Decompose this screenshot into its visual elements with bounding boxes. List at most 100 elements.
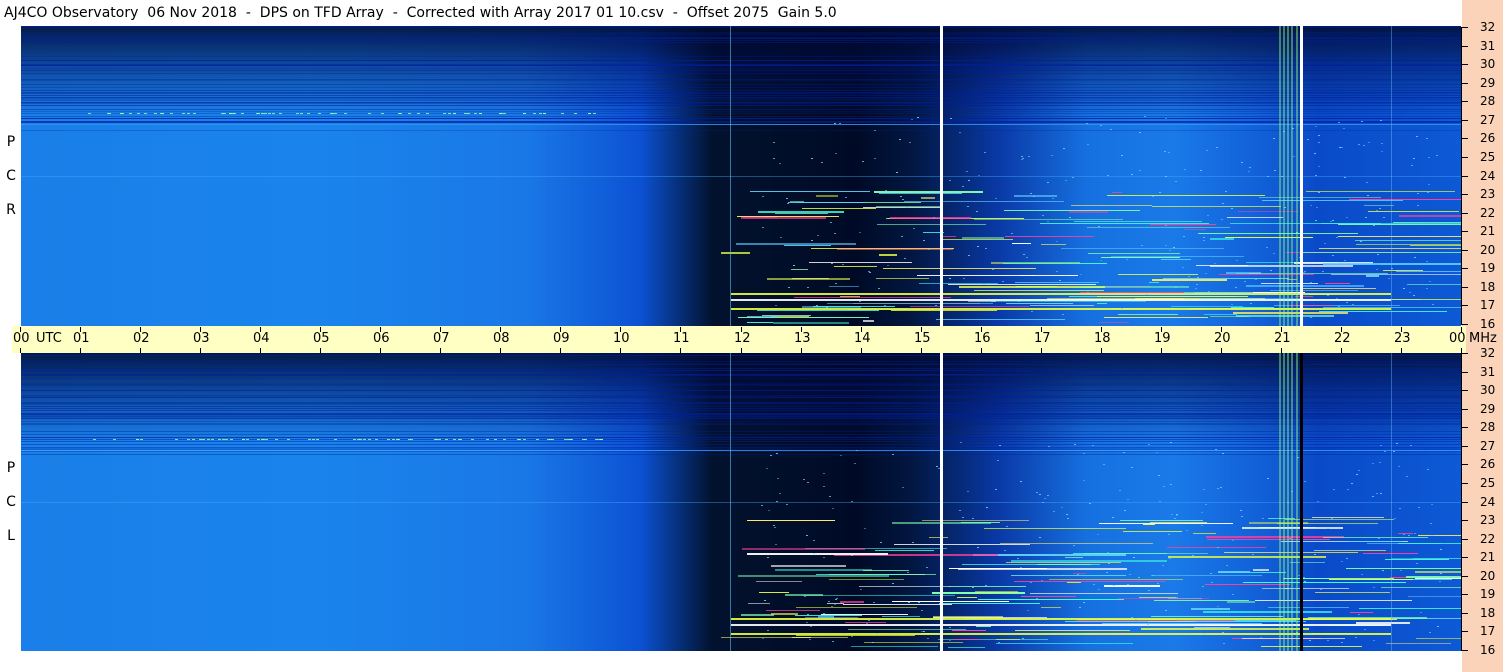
- spectrogram-mark: [1021, 596, 1076, 597]
- spectrogram-mark: [256, 113, 259, 114]
- time-tick-mark: [1041, 348, 1042, 353]
- spectrogram-features: [21, 353, 1461, 651]
- spectrogram-mark: [1194, 627, 1230, 628]
- spectrogram-mark: [21, 109, 1461, 110]
- spectrogram-mark: [862, 161, 864, 162]
- spectrogram-mark: [792, 637, 811, 638]
- spectrogram-mark: [312, 439, 315, 440]
- spectrogram-mark: [1042, 502, 1044, 503]
- spectrogram-mark: [1021, 159, 1023, 160]
- spectrogram-mark: [1148, 444, 1150, 445]
- spectrogram-mark: [840, 296, 860, 297]
- spectrogram-mark: [1161, 259, 1191, 260]
- spectrogram-mark: [1152, 196, 1154, 197]
- spectrogram-mark: [1100, 260, 1102, 261]
- spectrogram-mark: [570, 439, 573, 440]
- spectrogram-mark: [1310, 282, 1312, 283]
- spectrogram-mark: [1065, 180, 1067, 181]
- spectrogram-mark: [779, 493, 781, 494]
- spectrogram-mark: [1338, 306, 1340, 307]
- time-tick-mark: [320, 348, 321, 353]
- spectrogram-mark: [1403, 288, 1405, 289]
- spectrogram-mark: [829, 496, 831, 497]
- spectrogram-mark: [845, 197, 847, 198]
- spectrogram-mark: [1417, 193, 1419, 194]
- freq-tick-mark: [1461, 576, 1468, 577]
- spectrogram-mark: [1104, 317, 1208, 318]
- spectrogram-mark: [21, 364, 1461, 365]
- spectrogram-mark: [940, 26, 943, 326]
- time-tick-mark: [380, 348, 381, 353]
- spectrogram-mark: [776, 453, 778, 454]
- freq-tick-label: 21: [1480, 550, 1496, 564]
- spectrogram-mark: [940, 353, 943, 651]
- spectrogram-mark: [1360, 241, 1362, 242]
- spectrogram-mark: [1242, 638, 1345, 639]
- spectrogram-mark: [967, 491, 969, 492]
- spectrogram-mark: [1036, 210, 1038, 211]
- spectrogram-mark: [21, 79, 1461, 80]
- spectrogram-mark: [1203, 633, 1205, 634]
- freq-tick-mark: [1461, 83, 1468, 84]
- spectrogram-mark: [1170, 442, 1172, 443]
- spectrogram-mark: [1414, 533, 1416, 534]
- spectrogram-mark: [1437, 626, 1439, 627]
- spectrogram-mark: [1273, 138, 1275, 139]
- spectrogram-mark: [863, 207, 942, 208]
- spectrogram-mark: [834, 604, 836, 605]
- spectrogram-mark: [913, 228, 915, 229]
- spectrogram-mark: [1220, 487, 1222, 488]
- freq-tick-label: 30: [1480, 383, 1496, 397]
- spectrogram-mark: [1314, 153, 1316, 154]
- spectrogram-mark: [21, 431, 1461, 432]
- spectrogram-mark: [1379, 462, 1381, 463]
- spectrogram-mark: [1400, 570, 1402, 571]
- spectrogram-mark: [900, 196, 902, 197]
- spectrogram-mark: [1008, 599, 1010, 600]
- spectrogram-mark: [1304, 481, 1306, 482]
- spectrogram-mark: [875, 550, 934, 551]
- spectrogram-mark: [1283, 26, 1285, 326]
- spectrogram-mark: [392, 439, 395, 440]
- spectrogram-mark: [901, 236, 903, 237]
- spectrogram-mark: [344, 113, 347, 114]
- time-tick-label: 10: [613, 331, 630, 346]
- spectrogram-mark: [1241, 162, 1243, 163]
- spectrogram-mark: [21, 408, 1461, 409]
- time-tick-mark: [861, 348, 862, 353]
- spectrogram-mark: [1386, 643, 1451, 644]
- spectrogram-mark: [1327, 640, 1329, 641]
- spectrogram-mark: [1339, 147, 1341, 148]
- spectrogram-mark: [1097, 296, 1248, 297]
- spectrogram-mark: [1364, 629, 1366, 630]
- spectrogram-mark: [851, 636, 853, 637]
- spectrogram-mark: [1108, 563, 1110, 564]
- spectrogram-mark: [823, 473, 825, 474]
- spectrogram-mark: [840, 601, 864, 603]
- spectrogram-mark: [1033, 196, 1035, 197]
- spectrogram-mark: [1138, 577, 1140, 578]
- spectrogram-mark: [787, 203, 789, 204]
- spectrogram-mark: [767, 315, 769, 316]
- spectrogram-mark: [1144, 116, 1146, 117]
- spectrogram-mark: [766, 468, 768, 469]
- spectrogram-mark: [1176, 597, 1178, 598]
- spectrogram-mark: [1417, 205, 1419, 206]
- spectrogram-mark: [962, 237, 1004, 239]
- spectrogram-mark: [1152, 575, 1154, 576]
- spectrogram-mark: [1168, 534, 1170, 535]
- spectrogram-mark: [1290, 562, 1325, 563]
- spectrogram-mark: [1101, 257, 1180, 258]
- spectrogram-mark: [828, 601, 830, 602]
- spectrogram-mark: [773, 158, 775, 159]
- spectrogram-mark: [869, 272, 871, 273]
- spectrogram-mark: [1359, 608, 1461, 609]
- spectrogram-mark: [1336, 298, 1338, 299]
- spectrogram-mark: [272, 113, 275, 114]
- spectrogram-mark: [1225, 237, 1313, 238]
- spectrogram-mark: [1439, 581, 1441, 582]
- spectrogram-mark: [21, 103, 1461, 104]
- freq-tick-label: 16: [1480, 317, 1496, 331]
- spectrogram-mark: [1047, 182, 1049, 183]
- spectrogram-mark: [1196, 284, 1198, 285]
